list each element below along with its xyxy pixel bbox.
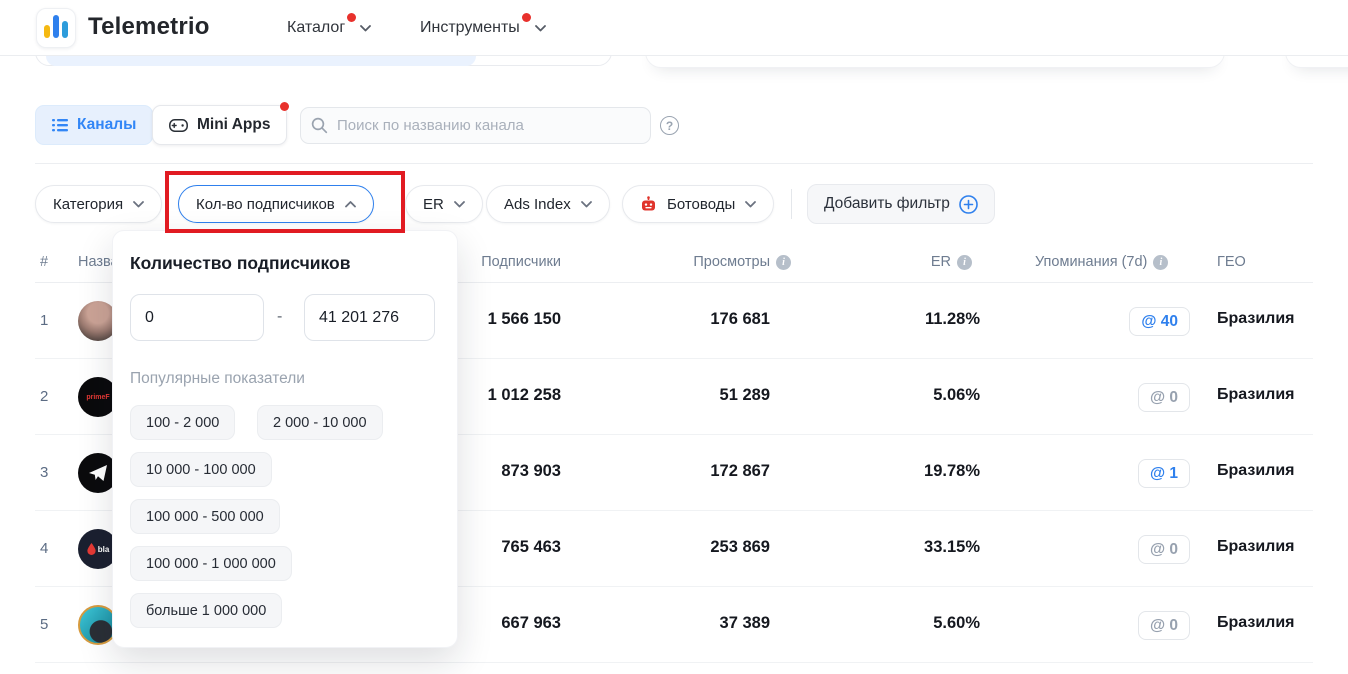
mentions-badge[interactable]: @ 1 [1138, 459, 1190, 488]
filter-ads-index[interactable]: Ads Index [486, 185, 610, 223]
nav-tools[interactable]: Инструменты [420, 17, 546, 39]
presets-label: Популярные показатели [130, 370, 305, 388]
preset-range-button[interactable]: 2 000 - 10 000 [257, 405, 383, 440]
filter-er-label: ER [423, 196, 444, 213]
logo-bar [53, 15, 59, 38]
col-views: Просмотры i [595, 254, 791, 270]
views-value: 176 681 [630, 310, 770, 329]
preset-range-button[interactable]: 100 000 - 500 000 [130, 499, 280, 534]
preset-range-button[interactable]: 100 000 - 1 000 000 [130, 546, 292, 581]
er-value: 19.78% [880, 462, 980, 481]
filter-category[interactable]: Категория [35, 185, 162, 223]
info-icon[interactable]: i [1153, 255, 1168, 270]
er-value: 11.28% [880, 310, 980, 329]
mentions-badge[interactable]: @ 0 [1138, 535, 1190, 564]
notification-dot [280, 102, 289, 111]
views-value: 37 389 [630, 614, 770, 633]
filter-botovody-label: Ботоводы [667, 196, 735, 213]
row-number: 2 [40, 388, 48, 405]
add-filter-button[interactable]: Добавить фильтр [807, 184, 995, 224]
preset-range-button[interactable]: 10 000 - 100 000 [130, 452, 272, 487]
preset-range-button[interactable]: больше 1 000 000 [130, 593, 282, 628]
search-icon [311, 117, 328, 134]
app-header: Telemetrio Каталог Инструменты [0, 0, 1348, 56]
chevron-down-icon [745, 201, 756, 208]
min-subscribers-input[interactable] [130, 294, 264, 341]
tab-mini-apps-label: Mini Apps [197, 116, 270, 134]
logo-bar [44, 25, 50, 38]
chevron-down-icon [581, 201, 592, 208]
col-index: # [40, 254, 48, 270]
chevron-down-icon [535, 25, 546, 32]
filter-botovody[interactable]: Ботоводы [622, 185, 774, 223]
tab-channels-label: Каналы [77, 116, 136, 134]
chevron-down-icon [133, 201, 144, 208]
section-divider [35, 163, 1313, 164]
search-input[interactable] [300, 107, 651, 144]
mentions-badge[interactable]: @ 0 [1138, 611, 1190, 640]
logo-bar [62, 21, 68, 38]
views-value: 172 867 [630, 462, 770, 481]
filter-divider [791, 189, 792, 219]
er-value: 33.15% [880, 538, 980, 557]
telegram-plane-icon [88, 464, 108, 482]
droplet-icon [87, 543, 96, 555]
nav-catalog[interactable]: Каталог [287, 17, 371, 39]
geo-value: Бразилия [1217, 538, 1295, 556]
help-glyph: ? [666, 119, 673, 133]
mentions-badge[interactable]: @ 0 [1138, 383, 1190, 412]
plus-circle-icon [959, 195, 978, 214]
row-number: 3 [40, 464, 48, 481]
chevron-up-icon [345, 201, 356, 208]
er-value: 5.60% [880, 614, 980, 633]
notification-dot [522, 13, 531, 22]
avatar-text: primeF [86, 394, 109, 401]
geo-value: Бразилия [1217, 310, 1295, 328]
tab-channels[interactable]: Каналы [35, 105, 153, 145]
popup-title: Количество подписчиков [130, 253, 351, 274]
brand-title[interactable]: Telemetrio [88, 13, 210, 41]
info-icon[interactable]: i [776, 255, 791, 270]
nav-catalog-label: Каталог [287, 17, 345, 39]
gamepad-icon [169, 119, 188, 132]
geo-value: Бразилия [1217, 614, 1295, 632]
er-value: 5.06% [880, 386, 980, 405]
avatar-text: bla [98, 545, 110, 554]
telemetrio-app: Telemetrio Каталог Инструменты Каналы Mi… [0, 0, 1348, 674]
range-separator: - [277, 308, 282, 326]
telemetrio-logo-icon[interactable] [36, 8, 76, 48]
col-mentions: Упоминания (7d) i [1035, 254, 1168, 270]
help-icon[interactable]: ? [660, 116, 679, 135]
row-number: 4 [40, 540, 48, 557]
chevron-down-icon [360, 25, 371, 32]
views-value: 253 869 [630, 538, 770, 557]
scrolled-banner-remnant-blue [46, 56, 476, 66]
views-value: 51 289 [630, 386, 770, 405]
filter-subscribers[interactable]: Кол-во подписчиков [178, 185, 374, 223]
channel-search [300, 107, 651, 144]
row-number: 5 [40, 616, 48, 633]
col-geo: ГЕО [1217, 254, 1246, 270]
chevron-down-icon [454, 201, 465, 208]
geo-value: Бразилия [1217, 386, 1295, 404]
col-er: ER i [880, 254, 972, 270]
row-number: 1 [40, 312, 48, 329]
preset-range-button[interactable]: 100 - 2 000 [130, 405, 235, 440]
add-filter-label: Добавить фильтр [824, 195, 950, 213]
info-icon[interactable]: i [957, 255, 972, 270]
filter-ads-index-label: Ads Index [504, 196, 571, 213]
filter-er[interactable]: ER [405, 185, 483, 223]
max-subscribers-input[interactable] [304, 294, 435, 341]
geo-value: Бразилия [1217, 462, 1295, 480]
subscribers-filter-popup: Количество подписчиков - Популярные пока… [112, 230, 458, 648]
nav-tools-label: Инструменты [420, 17, 520, 39]
mentions-badge[interactable]: @ 40 [1129, 307, 1190, 336]
robot-icon [640, 196, 657, 213]
list-icon [52, 118, 68, 133]
tab-mini-apps[interactable]: Mini Apps [152, 105, 287, 145]
filter-category-label: Категория [53, 196, 123, 213]
filter-subscribers-label: Кол-во подписчиков [196, 196, 335, 213]
notification-dot [347, 13, 356, 22]
